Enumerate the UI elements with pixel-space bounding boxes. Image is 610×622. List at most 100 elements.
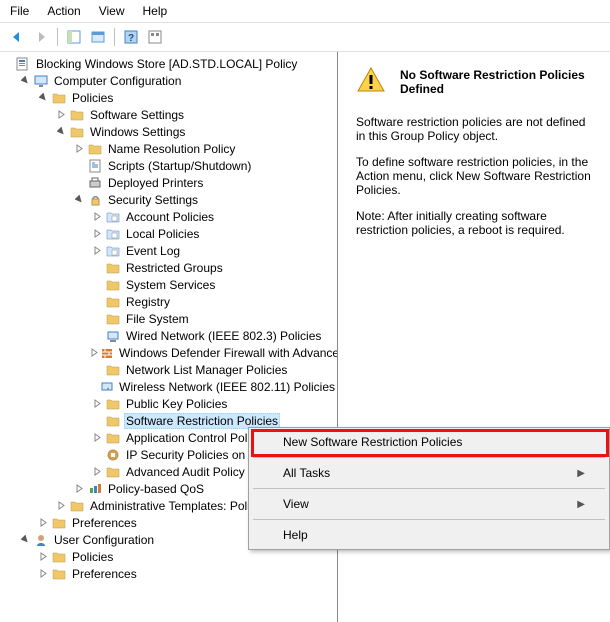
tree-wireless-network[interactable]: Wireless Network (IEEE 802.11) Policies [90,378,337,395]
tree-account-policies[interactable]: Account Policies [90,208,337,225]
ctx-label: All Tasks [283,466,330,480]
menubar: File Action View Help [0,0,610,23]
policy-folder-icon [105,226,121,242]
tree-user-policies[interactable]: Policies [36,548,337,565]
menu-file[interactable]: File [10,4,29,18]
warning-title: No Software Restriction Policies Defined [400,68,598,96]
svg-text:?: ? [128,33,134,44]
expand-icon[interactable] [36,550,50,564]
forward-button[interactable] [30,26,52,48]
expand-icon[interactable] [54,499,68,513]
collapse-icon[interactable] [54,125,68,139]
wireless-icon [100,379,114,395]
user-icon [33,532,49,548]
collapse-icon[interactable] [72,193,86,207]
tree-label: Scripts (Startup/Shutdown) [106,159,253,173]
tree-windows-settings[interactable]: Windows Settings [54,123,337,140]
expand-icon[interactable] [72,142,86,156]
expand-icon[interactable] [90,465,104,479]
ctx-help[interactable]: Help [251,523,607,547]
menu-view[interactable]: View [99,4,125,18]
back-button[interactable] [6,26,28,48]
tree-name-resolution[interactable]: Name Resolution Policy [72,140,337,157]
tree-label: Windows Settings [88,125,187,139]
expand-icon[interactable] [36,516,50,530]
qos-icon [87,481,103,497]
blank-expander [72,159,86,173]
tree-public-key[interactable]: Public Key Policies [90,395,337,412]
tree-system-services[interactable]: System Services [90,276,337,293]
expand-icon[interactable] [90,244,104,258]
tree-label: Account Policies [124,210,216,224]
tree-file-system[interactable]: File System [90,310,337,327]
help-button[interactable]: ? [120,26,142,48]
tree-label: Preferences [70,567,139,581]
expand-icon[interactable] [36,567,50,581]
ctx-separator [253,519,605,520]
refresh-button[interactable] [144,26,166,48]
blank-expander [90,414,104,428]
tree-policies[interactable]: Policies [36,89,337,106]
ctx-label: New Software Restriction Policies [283,435,462,449]
blank-expander [90,448,104,462]
computer-icon [33,73,49,89]
expand-icon[interactable] [90,346,99,360]
ctx-view[interactable]: View▶ [251,492,607,516]
tree-scripts[interactable]: Scripts (Startup/Shutdown) [72,157,337,174]
folder-icon [105,430,121,446]
folder-icon [51,566,67,582]
tree-firewall[interactable]: Windows Defender Firewall with Advanced … [90,344,337,361]
ctx-separator [253,488,605,489]
expand-icon[interactable] [72,482,86,496]
folder-icon [69,107,85,123]
show-hide-tree-button[interactable] [63,26,85,48]
expand-icon[interactable] [90,227,104,241]
tree-software-settings[interactable]: Software Settings [54,106,337,123]
network-icon [105,328,121,344]
ctx-all-tasks[interactable]: All Tasks▶ [251,461,607,485]
folder-icon [69,124,85,140]
tree-local-policies[interactable]: Local Policies [90,225,337,242]
ctx-new-software-restriction[interactable]: New Software Restriction Policies [251,430,607,454]
folder-icon [51,90,67,106]
folder-icon [69,498,85,514]
tree-label: Computer Configuration [52,74,183,88]
tree-root-label: Blocking Windows Store [AD.STD.LOCAL] Po… [34,57,299,71]
properties-button[interactable] [87,26,109,48]
blank-expander [90,312,104,326]
expand-icon[interactable] [90,431,104,445]
toolbar: ? [0,23,610,52]
tree-event-log[interactable]: Event Log [90,242,337,259]
tree-label: User Configuration [52,533,156,547]
detail-text-2: To define software restriction policies,… [356,155,598,197]
tree-user-preferences[interactable]: Preferences [36,565,337,582]
tree-deployed-printers[interactable]: Deployed Printers [72,174,337,191]
expand-icon[interactable] [90,397,104,411]
ctx-separator [253,457,605,458]
collapse-icon[interactable] [36,91,50,105]
warning-icon [356,66,386,97]
firewall-icon [100,345,114,361]
detail-text-3: Note: After initially creating software … [356,209,598,237]
folder-icon [105,294,121,310]
expand-icon[interactable] [54,108,68,122]
expand-icon[interactable] [90,210,104,224]
folder-icon [105,311,121,327]
script-icon [87,158,103,174]
policy-folder-icon [105,209,121,225]
tree-restricted-groups[interactable]: Restricted Groups [90,259,337,276]
menu-help[interactable]: Help [143,4,168,18]
collapse-icon[interactable] [18,74,32,88]
tree-computer-config[interactable]: Computer Configuration [18,72,337,89]
tree-security-settings[interactable]: Security Settings [72,191,337,208]
blank-expander [90,329,104,343]
tree-network-list[interactable]: Network List Manager Policies [90,361,337,378]
tree-root[interactable]: Blocking Windows Store [AD.STD.LOCAL] Po… [0,55,337,72]
blank-expander [72,176,86,190]
collapse-icon[interactable] [18,533,32,547]
blank-expander [0,57,14,71]
tree-wired-network[interactable]: Wired Network (IEEE 802.3) Policies [90,327,337,344]
menu-action[interactable]: Action [47,4,80,18]
tree-registry[interactable]: Registry [90,293,337,310]
tree-label: Deployed Printers [106,176,205,190]
